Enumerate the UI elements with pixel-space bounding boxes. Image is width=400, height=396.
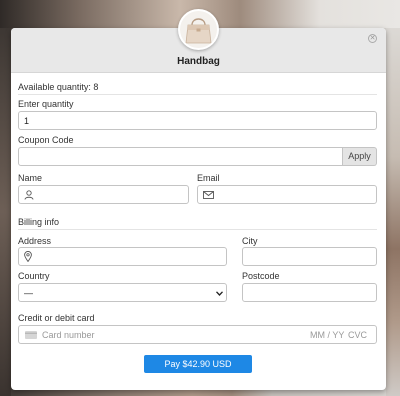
name-input[interactable]	[18, 185, 189, 204]
credit-card-icon	[25, 331, 37, 339]
card-label: Credit or debit card	[18, 313, 95, 323]
background-photo-left	[0, 28, 11, 396]
quantity-input[interactable]: 1	[18, 111, 377, 130]
divider	[18, 94, 377, 95]
map-pin-icon	[24, 251, 32, 262]
postcode-label: Postcode	[242, 271, 280, 281]
name-label: Name	[18, 173, 43, 183]
close-icon[interactable]: ✕	[368, 34, 377, 43]
coupon-input[interactable]	[18, 147, 343, 166]
pay-button[interactable]: Pay $42.90 USD	[144, 355, 252, 373]
handbag-icon	[180, 11, 217, 48]
email-label: Email	[197, 173, 220, 183]
apply-coupon-button[interactable]: Apply	[343, 147, 377, 166]
billing-heading: Billing info	[18, 217, 60, 227]
divider	[18, 229, 377, 230]
city-input[interactable]	[242, 247, 377, 266]
quantity-value: 1	[24, 116, 30, 126]
card-expiry-placeholder: MM / YY	[310, 330, 345, 340]
country-selected: —	[24, 288, 33, 298]
quantity-label: Enter quantity	[18, 99, 74, 109]
coupon-label: Coupon Code	[18, 135, 74, 145]
card-number-placeholder: Card number	[42, 330, 95, 340]
product-title: Handbag	[177, 56, 220, 67]
address-label: Address	[18, 236, 52, 246]
country-label: Country	[18, 271, 50, 281]
envelope-icon	[203, 191, 214, 199]
card-input[interactable]: Card number MM / YY CVC	[18, 325, 377, 344]
city-label: City	[242, 236, 258, 246]
user-icon	[24, 190, 34, 200]
country-select[interactable]: —	[18, 283, 227, 302]
email-input[interactable]	[197, 185, 377, 204]
available-quantity: Available quantity: 8	[18, 82, 99, 92]
address-input[interactable]	[18, 247, 227, 266]
checkout-modal: Handbag ✕ Available quantity: 8 Enter qu…	[11, 28, 386, 390]
postcode-input[interactable]	[242, 283, 377, 302]
background-photo-right	[386, 28, 400, 396]
card-cvc-placeholder: CVC	[348, 330, 368, 340]
product-avatar	[178, 9, 219, 50]
chevron-down-icon	[216, 291, 223, 296]
